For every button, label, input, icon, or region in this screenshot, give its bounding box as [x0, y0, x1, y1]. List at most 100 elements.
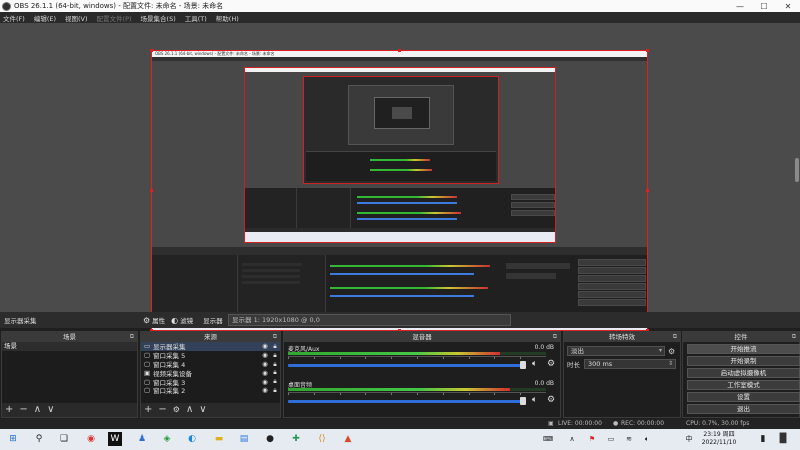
eye-icon[interactable]: ◉	[260, 360, 270, 368]
tray-icon[interactable]: ⚑	[585, 432, 599, 446]
lock-icon[interactable]: 🔒︎	[270, 368, 280, 377]
spinner-icon[interactable]: ⇕	[668, 360, 673, 368]
transform-handle[interactable]	[646, 49, 649, 52]
tray-icon[interactable]: ▭	[604, 432, 618, 446]
window-icon: ▢	[144, 377, 151, 386]
remove-scene-button[interactable]: −	[19, 405, 27, 415]
menu-view[interactable]: 视图(V)	[65, 13, 88, 23]
window-icon: ▢	[144, 359, 151, 368]
mixer-channel-desktop: 桌面音频 0.0 dB 🔈︎ ⚙	[288, 380, 556, 410]
nested-preview-frame	[244, 67, 556, 243]
app-icon[interactable]: ▤	[237, 432, 251, 446]
dock-float-icon[interactable]: ⧉	[130, 332, 134, 342]
studio-mode-button[interactable]: 工作室模式	[687, 380, 800, 390]
remove-source-button[interactable]: −	[158, 405, 166, 415]
folder-icon[interactable]: ▬	[212, 432, 226, 446]
transform-handle[interactable]	[398, 49, 401, 52]
app-icon[interactable]: ▐▌	[776, 432, 790, 446]
close-button[interactable]: ✕	[776, 2, 800, 11]
app-icon[interactable]: W	[108, 432, 122, 446]
menu-scene-collection[interactable]: 场景集合(S)	[141, 13, 176, 23]
properties-button[interactable]: ⚙ 属性	[143, 315, 165, 326]
eye-icon[interactable]: ◉	[260, 351, 270, 359]
exit-button[interactable]: 退出	[687, 404, 800, 414]
minimize-button[interactable]: —	[728, 2, 752, 11]
eye-icon[interactable]: ◉	[260, 378, 270, 386]
wifi-icon[interactable]: ≋	[622, 432, 636, 446]
lock-icon[interactable]: 🔒︎	[270, 351, 280, 360]
transform-handle[interactable]	[150, 189, 153, 192]
transform-handle[interactable]	[150, 49, 153, 52]
dock-float-icon[interactable]: ⧉	[553, 332, 557, 342]
lock-icon[interactable]: 🔒︎	[270, 360, 280, 369]
app-icon[interactable]: ⟨⟩	[315, 432, 329, 446]
gear-icon[interactable]: ⚙	[668, 347, 675, 356]
search-icon[interactable]: ⚲	[32, 432, 46, 446]
menu-help[interactable]: 帮助(H)	[216, 13, 239, 23]
live-indicator-icon: ▣	[548, 420, 554, 427]
move-up-button[interactable]: ∧	[186, 405, 193, 415]
eye-icon[interactable]: ◉	[260, 369, 270, 377]
app-icon[interactable]: ◈	[160, 432, 174, 446]
transition-type-select[interactable]: 淡出 ▾	[567, 346, 665, 356]
volume-slider[interactable]	[288, 400, 526, 403]
notification-icon[interactable]: ▮	[756, 432, 770, 446]
lock-icon[interactable]: 🔒︎	[270, 386, 280, 395]
dock-float-icon[interactable]: ⧉	[273, 332, 277, 342]
source-item[interactable]: ▢ 窗口采集 2 ◉ 🔒︎	[141, 386, 280, 396]
move-down-button[interactable]: ∨	[47, 405, 54, 415]
taskbar-clock[interactable]: 23:19 周四 2022/11/10	[701, 431, 737, 447]
sources-toolbar: + − ⚙ ∧ ∨	[141, 403, 280, 417]
volume-icon[interactable]: 🔈︎	[640, 432, 654, 446]
volume-meter	[288, 388, 546, 391]
duration-input[interactable]: 300 ms ⇕	[584, 359, 676, 369]
volume-slider[interactable]	[288, 364, 526, 367]
volume-slider-handle[interactable]	[520, 397, 526, 405]
task-view-icon[interactable]: ❏	[57, 432, 71, 446]
gear-icon[interactable]: ⚙	[547, 395, 555, 405]
start-virtual-camera-button[interactable]: 启动虚拟摄像机	[687, 368, 800, 378]
chrome-icon[interactable]: ◉	[84, 432, 98, 446]
preview-canvas[interactable]: OBS 26.1.1 (64-bit, windows) - 配置文件: 未命名…	[151, 50, 648, 331]
filters-button[interactable]: ◐ 滤镜	[171, 315, 193, 326]
menu-edit[interactable]: 编辑(E)	[34, 13, 56, 23]
add-scene-button[interactable]: +	[5, 405, 13, 415]
menu-tools[interactable]: 工具(T)	[185, 13, 207, 23]
maximize-button[interactable]: ☐	[752, 2, 776, 11]
display-select[interactable]: 显示器 1: 1920x1080 @ 0,0	[228, 314, 511, 326]
gear-icon[interactable]: ⚙	[547, 359, 555, 369]
scene-item[interactable]: 场景	[2, 342, 137, 351]
app-icon[interactable]: ▲	[341, 432, 355, 446]
preview-scrollbar[interactable]	[795, 158, 799, 182]
controls-body: 开始推流 开始录制 启动虚拟摄像机 工作室模式 设置 退出	[683, 342, 800, 417]
volume-slider-handle[interactable]	[520, 361, 526, 369]
edge-icon[interactable]: ◐	[185, 432, 199, 446]
dock-float-icon[interactable]: ⧉	[673, 332, 677, 342]
lock-icon[interactable]: 🔒︎	[270, 377, 280, 386]
menu-file[interactable]: 文件(F)	[3, 13, 25, 23]
add-source-button[interactable]: +	[144, 405, 152, 415]
app-icon[interactable]: ✚	[289, 432, 303, 446]
start-streaming-button[interactable]: 开始推流	[687, 344, 800, 354]
eye-icon[interactable]: ◉	[260, 342, 270, 350]
dock-float-icon[interactable]: ⧉	[792, 332, 796, 342]
source-properties-button[interactable]: ⚙	[173, 405, 180, 415]
speaker-icon[interactable]: 🔈︎	[532, 395, 537, 405]
tray-icon[interactable]: ⌨	[541, 432, 555, 446]
lock-icon[interactable]: 🔒︎	[270, 342, 280, 351]
preview-area[interactable]: OBS 26.1.1 (64-bit, windows) - 配置文件: 未命名…	[0, 23, 800, 332]
move-up-button[interactable]: ∧	[34, 405, 41, 415]
app-icon[interactable]: ♟	[135, 432, 149, 446]
windows-start-icon[interactable]: ⊞	[6, 432, 20, 446]
channel-db: 0.0 dB	[534, 344, 554, 351]
move-down-button[interactable]: ∨	[199, 405, 206, 415]
start-recording-button[interactable]: 开始录制	[687, 356, 800, 366]
settings-button[interactable]: 设置	[687, 392, 800, 402]
speaker-icon[interactable]: 🔈︎	[532, 359, 537, 369]
transform-handle[interactable]	[646, 189, 649, 192]
obs-icon[interactable]: ●	[263, 432, 277, 446]
eye-icon[interactable]: ◉	[260, 386, 270, 394]
tray-icon[interactable]: ∧	[565, 432, 579, 446]
menu-profile[interactable]: 配置文件(P)	[97, 13, 132, 23]
ime-icon[interactable]: 中	[682, 432, 696, 446]
